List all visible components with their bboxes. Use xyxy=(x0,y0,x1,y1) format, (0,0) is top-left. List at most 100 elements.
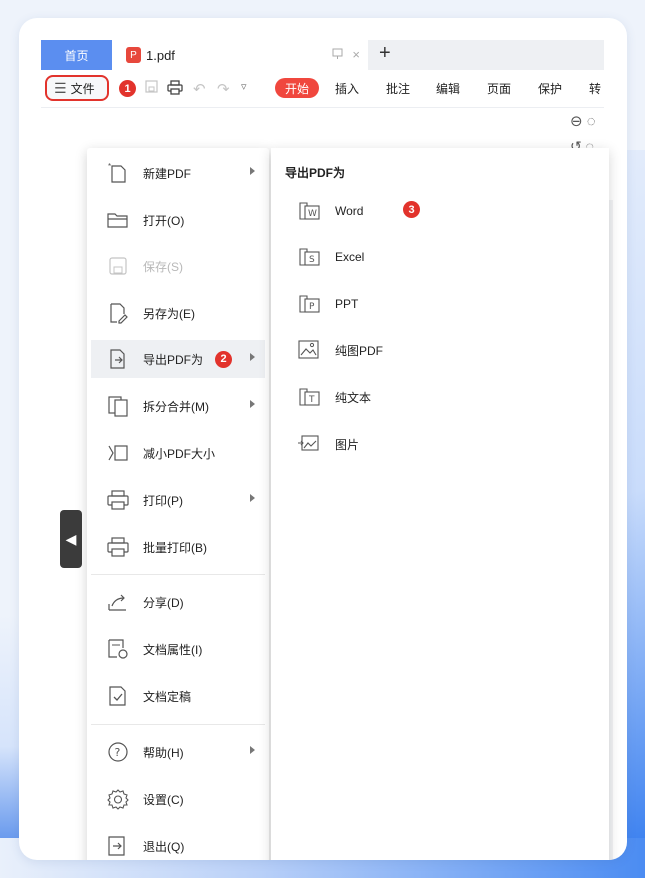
menu-item-settings[interactable]: 设置(C) xyxy=(91,780,265,818)
export-option-label: 纯图PDF xyxy=(335,343,384,358)
menu-item-label: 文档定稿 xyxy=(143,689,192,704)
undo-icon[interactable]: ↶ xyxy=(193,80,206,98)
zoom-out-icon[interactable]: ⊖ ◌ xyxy=(570,112,596,130)
menu-item-help[interactable]: ? 帮助(H) xyxy=(91,733,265,771)
menu-item-new-pdf[interactable]: * 新建PDF xyxy=(91,154,265,192)
image-pdf-icon xyxy=(297,338,321,362)
pdf-file-icon: P xyxy=(126,47,141,63)
print-icon[interactable] xyxy=(167,80,183,99)
menu-item-label: 文档属性(I) xyxy=(143,642,203,657)
menu-item-save-as[interactable]: 另存为(E) xyxy=(91,294,265,332)
export-option-image-pdf[interactable]: 纯图PDF xyxy=(297,335,383,365)
svg-text:?: ? xyxy=(115,746,121,759)
help-icon: ? xyxy=(107,741,129,763)
tab-bar: 首页 P 1.pdf × + xyxy=(41,40,604,70)
menu-divider xyxy=(91,724,265,725)
ribbon-tab-insert[interactable]: 插入 xyxy=(335,80,359,97)
ribbon-tab-convert[interactable]: 转 xyxy=(589,80,601,97)
svg-text:P: P xyxy=(309,302,315,312)
pdf-app-window: 首页 P 1.pdf × + ☰ 文件 1 ↶ ↷ ▿ 开始 插入 批注 编辑 … xyxy=(41,40,613,860)
step-marker-1: 1 xyxy=(119,80,136,97)
quick-access-dropdown-icon[interactable]: ▿ xyxy=(241,80,247,93)
export-option-picture[interactable]: 图片 xyxy=(297,429,359,459)
menu-item-compress[interactable]: 减小PDF大小 xyxy=(91,434,265,472)
svg-text:T: T xyxy=(308,395,315,405)
print-icon xyxy=(107,489,129,511)
export-option-word[interactable]: W Word xyxy=(297,196,363,226)
export-option-label: 图片 xyxy=(335,437,360,452)
add-tab-button[interactable]: + xyxy=(379,42,391,65)
menu-item-label: 另存为(E) xyxy=(143,306,195,321)
tab-document[interactable]: P 1.pdf × xyxy=(112,40,368,70)
step-marker-3: 3 xyxy=(403,201,420,218)
menu-item-label: 打印(P) xyxy=(143,493,183,508)
close-tab-icon[interactable]: × xyxy=(352,47,360,62)
export-submenu-title: 导出PDF为 xyxy=(285,166,346,180)
submenu-arrow-icon xyxy=(250,400,255,408)
ribbon-tab-protect[interactable]: 保护 xyxy=(538,80,562,97)
document-properties-icon xyxy=(107,638,129,660)
export-option-ppt[interactable]: P PPT xyxy=(297,289,358,319)
menu-item-finalize[interactable]: 文档定稿 xyxy=(91,677,265,715)
file-menu: * 新建PDF 打开(O) 保存(S) 另存为(E) 导出PDF为 2 拆分合并… xyxy=(87,148,269,860)
save-icon xyxy=(107,255,129,277)
menu-item-open[interactable]: 打开(O) xyxy=(91,201,265,239)
ribbon-tab-annotate[interactable]: 批注 xyxy=(386,80,410,97)
tab-actions: × xyxy=(331,47,360,62)
export-option-label: Word xyxy=(335,204,364,218)
submenu-arrow-icon xyxy=(250,353,255,361)
svg-text:*: * xyxy=(108,162,111,171)
collapse-sidebar-handle[interactable]: ◀ xyxy=(60,510,82,568)
toolbar: ☰ 文件 1 ↶ ↷ ▿ 开始 插入 批注 编辑 页面 保护 转 xyxy=(41,70,604,108)
step-marker-2: 2 xyxy=(215,350,233,368)
word-icon: W xyxy=(297,199,321,223)
submenu-arrow-icon xyxy=(250,746,255,754)
ribbon-tab-edit[interactable]: 编辑 xyxy=(436,80,460,97)
text-icon: T xyxy=(297,385,321,409)
redo-icon[interactable]: ↷ xyxy=(217,80,230,98)
export-option-text[interactable]: T 纯文本 xyxy=(297,382,371,412)
menu-item-label: 退出(Q) xyxy=(143,839,185,854)
batch-print-icon xyxy=(107,536,129,558)
menu-item-export-pdf[interactable]: 导出PDF为 2 xyxy=(91,340,265,378)
picture-icon xyxy=(297,432,321,456)
menu-divider xyxy=(91,574,265,575)
submenu-arrow-icon xyxy=(250,494,255,502)
exit-icon xyxy=(107,835,129,857)
menu-item-properties[interactable]: 文档属性(I) xyxy=(91,630,265,668)
menu-item-batch-print[interactable]: 批量打印(B) xyxy=(91,528,265,566)
ribbon-tab-start[interactable]: 开始 xyxy=(275,78,319,98)
file-menu-label: 文件 xyxy=(70,81,95,96)
split-merge-icon xyxy=(107,395,129,417)
submenu-arrow-icon xyxy=(250,167,255,175)
save-icon[interactable] xyxy=(145,80,158,97)
menu-item-exit[interactable]: 退出(Q) xyxy=(91,827,265,860)
menu-item-print[interactable]: 打印(P) xyxy=(91,481,265,519)
menu-item-save[interactable]: 保存(S) xyxy=(91,247,265,285)
menu-item-split-merge[interactable]: 拆分合并(M) xyxy=(91,387,265,425)
menu-item-label: 导出PDF为 xyxy=(143,352,204,367)
file-menu-button[interactable]: ☰ 文件 xyxy=(45,75,109,101)
settings-icon xyxy=(107,788,129,810)
menu-item-label: 批量打印(B) xyxy=(143,540,207,555)
document-area xyxy=(609,200,613,860)
pin-icon[interactable] xyxy=(331,47,344,60)
export-submenu: 导出PDF为 3 W Word S Excel P PPT 纯图PDF T 纯文… xyxy=(271,148,609,860)
share-icon xyxy=(107,591,129,613)
svg-text:W: W xyxy=(308,209,317,219)
menu-item-share[interactable]: 分享(D) xyxy=(91,583,265,621)
export-pdf-icon xyxy=(107,348,129,370)
menu-item-label: 帮助(H) xyxy=(143,745,184,760)
ribbon-tab-page[interactable]: 页面 xyxy=(487,80,511,97)
menu-item-label: 分享(D) xyxy=(143,595,184,610)
tab-home[interactable]: 首页 xyxy=(41,40,112,70)
export-option-label: Excel xyxy=(335,250,365,264)
menu-item-label: 减小PDF大小 xyxy=(143,446,216,461)
save-as-icon xyxy=(107,302,129,324)
menu-item-label: 保存(S) xyxy=(143,259,183,274)
menu-item-label: 新建PDF xyxy=(143,166,192,181)
screenshot-card: 首页 P 1.pdf × + ☰ 文件 1 ↶ ↷ ▿ 开始 插入 批注 编辑 … xyxy=(19,18,627,860)
compress-icon xyxy=(107,442,129,464)
export-option-excel[interactable]: S Excel xyxy=(297,242,364,272)
export-option-label: 纯文本 xyxy=(335,390,372,405)
